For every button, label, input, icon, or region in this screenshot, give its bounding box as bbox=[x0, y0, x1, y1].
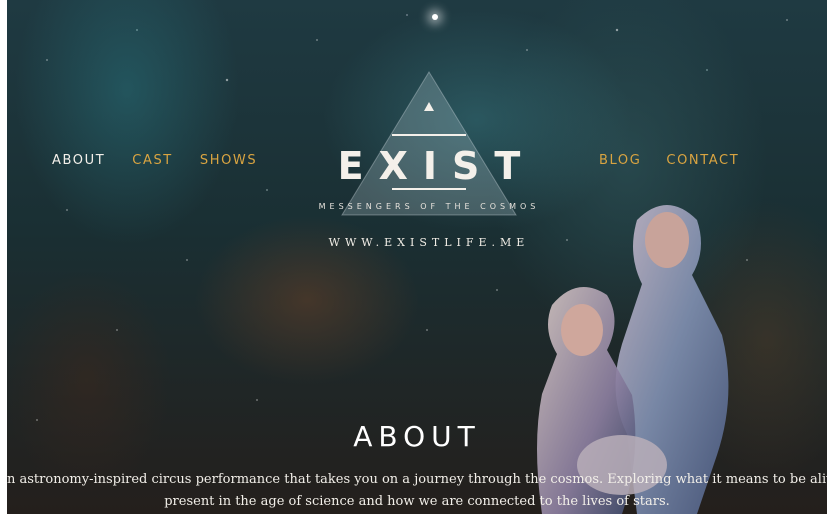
logo[interactable]: EXIST MESSENGERS OF THE COSMOS WWW.EXIST… bbox=[304, 70, 554, 270]
nav-right: BLOG CONTACT bbox=[599, 153, 739, 168]
nav-blog[interactable]: BLOG bbox=[599, 153, 641, 168]
site-url: WWW.EXISTLIFE.ME bbox=[328, 236, 530, 249]
nav-cast[interactable]: CAST bbox=[132, 153, 173, 168]
hero-background: ABOUT CAST SHOWS EXIST MESSENGERS OF THE… bbox=[7, 0, 827, 514]
nav-about[interactable]: ABOUT bbox=[52, 153, 105, 168]
logo-wordmark: EXIST bbox=[337, 144, 536, 188]
star-flare-icon bbox=[432, 14, 438, 20]
about-description: n astronomy-inspired circus performance … bbox=[7, 469, 827, 513]
about-line-1: n astronomy-inspired circus performance … bbox=[7, 472, 827, 487]
about-heading: ABOUT bbox=[353, 420, 481, 453]
about-line-2: present in the age of science and how we… bbox=[164, 494, 670, 509]
nav-shows[interactable]: SHOWS bbox=[200, 153, 257, 168]
nav-contact[interactable]: CONTACT bbox=[666, 153, 739, 168]
logo-tagline: MESSENGERS OF THE COSMOS bbox=[318, 202, 540, 211]
performers-image bbox=[537, 205, 729, 514]
nav-left: ABOUT CAST SHOWS bbox=[52, 153, 257, 168]
